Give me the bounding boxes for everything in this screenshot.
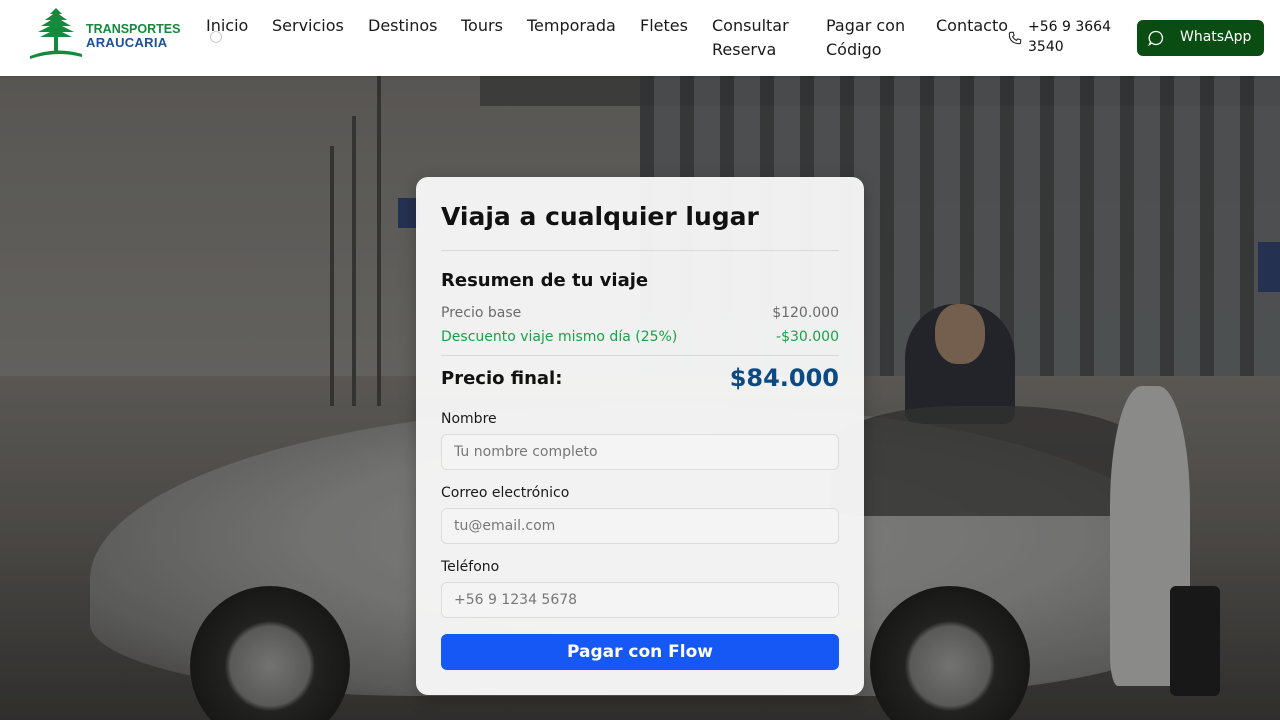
- nav-tours[interactable]: Tours: [461, 14, 503, 38]
- discount-label: Descuento viaje mismo día (25%): [441, 329, 678, 345]
- base-price-label: Precio base: [441, 305, 522, 321]
- whatsapp-button[interactable]: WhatsApp: [1137, 20, 1264, 56]
- nav-consultar-reserva[interactable]: Consultar Reserva: [712, 14, 804, 62]
- nav-contacto[interactable]: Contacto: [936, 14, 1008, 38]
- email-label: Correo electrónico: [441, 485, 570, 501]
- base-price-value: $120.000: [772, 305, 839, 321]
- booking-title: Viaja a cualquier lugar: [441, 202, 759, 231]
- brand-line-2: ARAUCARIA: [86, 35, 168, 50]
- phone-input[interactable]: [441, 582, 839, 618]
- divider: [441, 250, 839, 251]
- booking-card: Viaja a cualquier lugar Resumen de tu vi…: [416, 177, 864, 695]
- email-input[interactable]: [441, 508, 839, 544]
- name-input[interactable]: [441, 434, 839, 470]
- divider: [441, 355, 839, 356]
- final-price-row: Precio final: $84.000: [441, 364, 839, 396]
- phone-icon: [1008, 31, 1022, 45]
- araucaria-tree-icon: [30, 8, 82, 59]
- nav-fletes[interactable]: Fletes: [640, 14, 688, 38]
- pay-with-flow-button[interactable]: Pagar con Flow: [441, 634, 839, 670]
- nav-temporada[interactable]: Temporada: [527, 14, 616, 38]
- site-header: TRANSPORTES ARAUCARIA Inicio Servicios D…: [0, 0, 1280, 76]
- whatsapp-label: WhatsApp: [1180, 29, 1252, 45]
- final-price-label: Precio final:: [441, 368, 563, 389]
- nav-inicio[interactable]: Inicio: [206, 14, 248, 38]
- whatsapp-icon: [1148, 30, 1164, 46]
- name-label: Nombre: [441, 411, 497, 427]
- brand-logo[interactable]: TRANSPORTES ARAUCARIA: [28, 4, 180, 60]
- final-price-value: $84.000: [729, 364, 839, 392]
- discount-value: -$30.000: [776, 329, 839, 345]
- nav-pagar-con-codigo[interactable]: Pagar con Código: [826, 14, 918, 62]
- phone-label: Teléfono: [441, 559, 500, 575]
- nav-destinos[interactable]: Destinos: [368, 14, 437, 38]
- trip-summary-title: Resumen de tu viaje: [441, 270, 649, 291]
- nav-servicios[interactable]: Servicios: [272, 14, 344, 38]
- brand-name: TRANSPORTES ARAUCARIA: [86, 23, 180, 50]
- phone-number: +56 9 3664 3540: [1028, 19, 1111, 55]
